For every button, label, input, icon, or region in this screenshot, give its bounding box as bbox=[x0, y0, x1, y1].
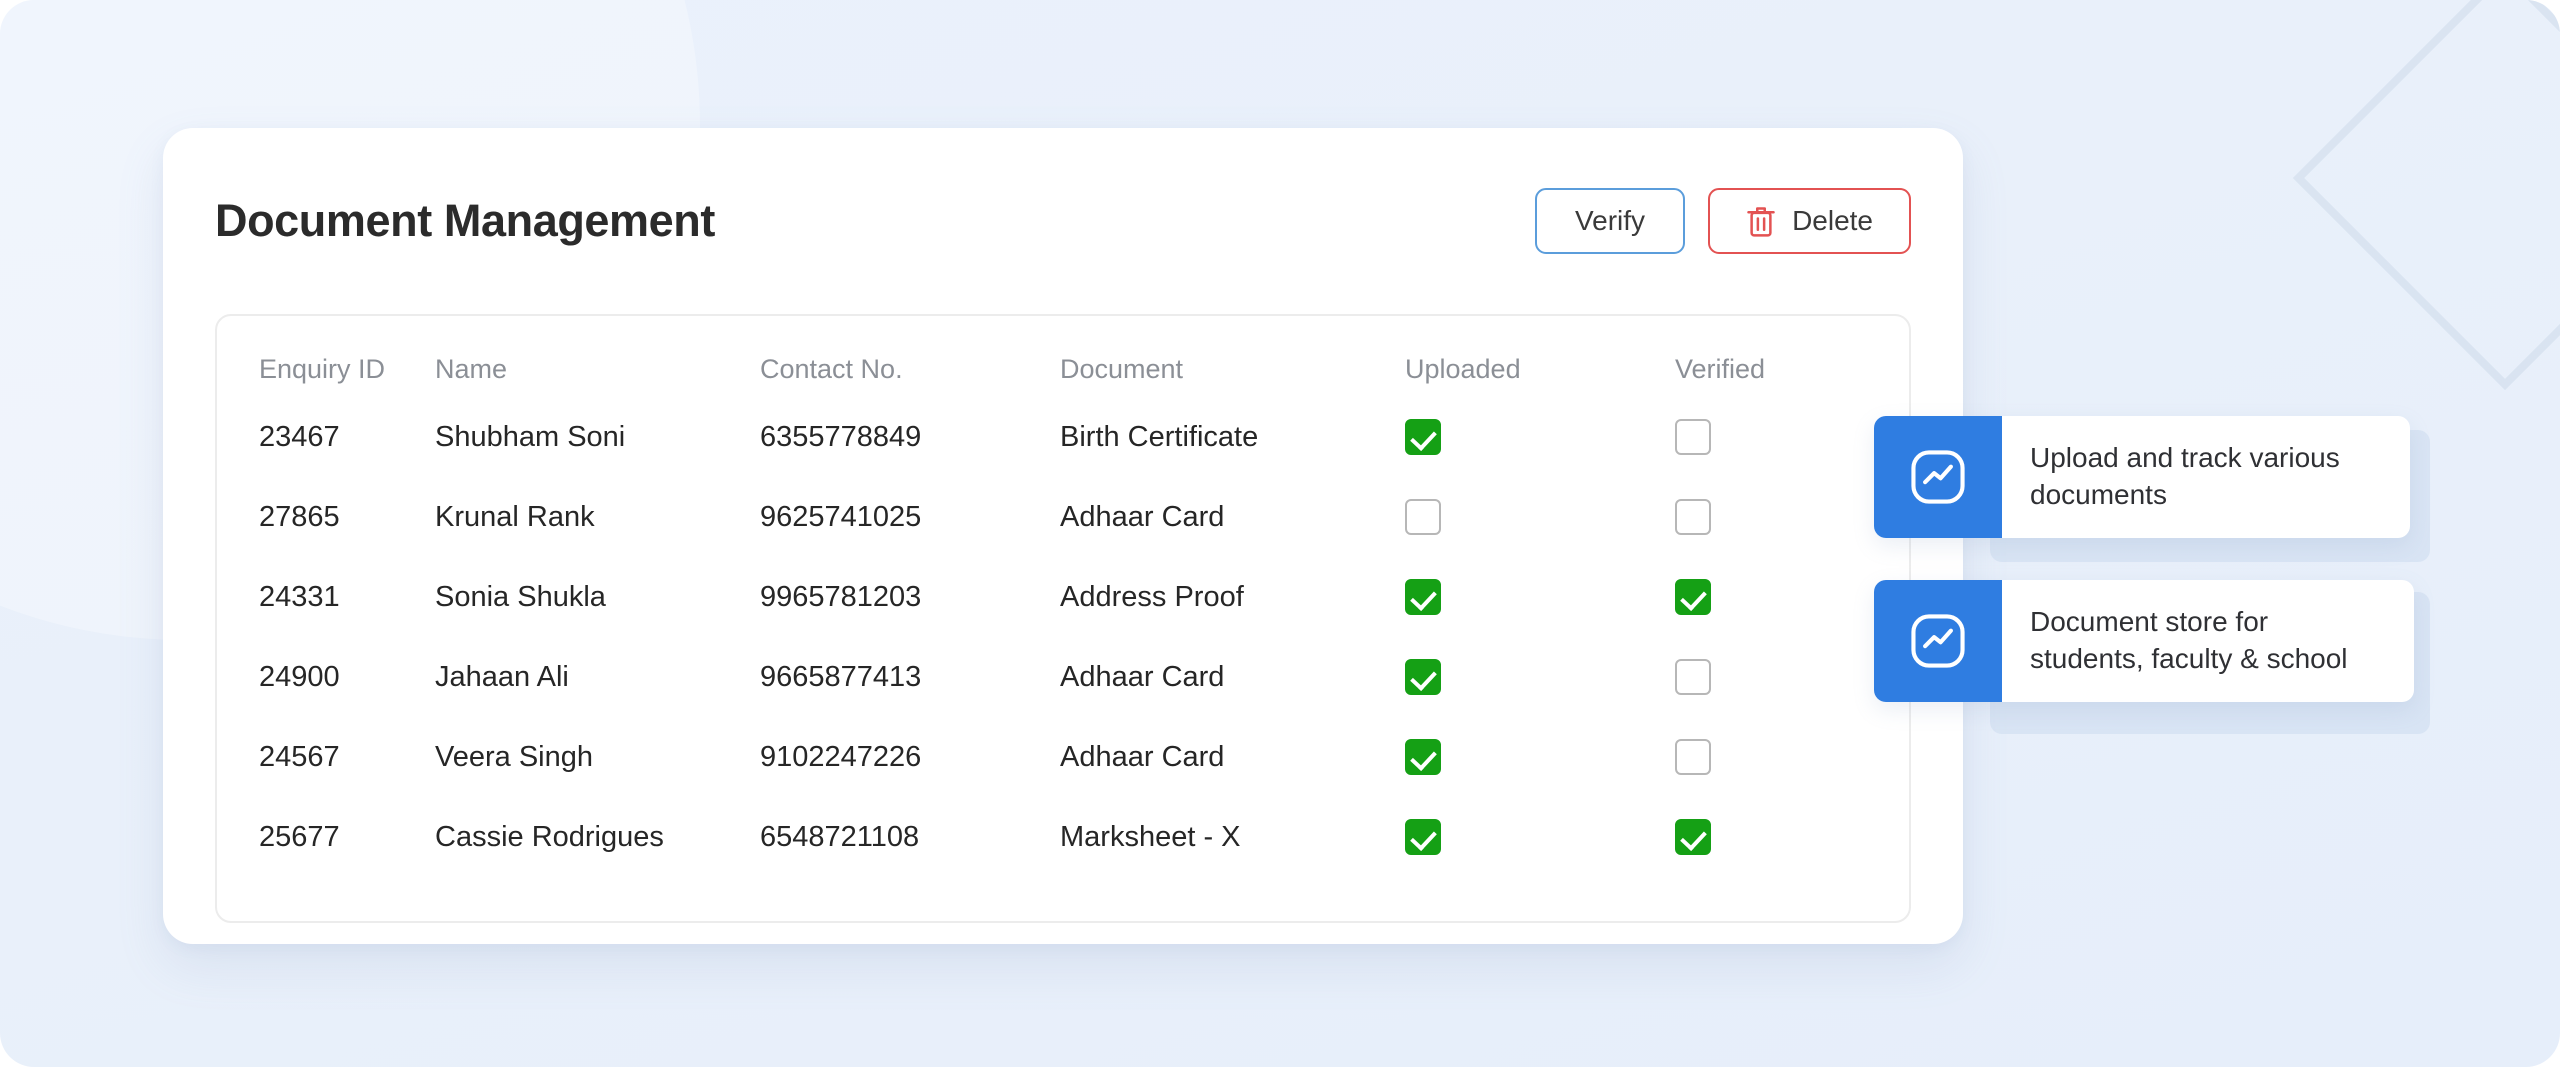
verified-checkbox[interactable] bbox=[1675, 739, 1711, 775]
decorative-diamond bbox=[2293, 0, 2560, 390]
cell-document: Address Proof bbox=[1060, 557, 1405, 637]
cell-contact: 9102247226 bbox=[760, 717, 1060, 797]
verified-checkbox[interactable] bbox=[1675, 659, 1711, 695]
card-header: Document Management Verify Delete bbox=[163, 128, 1963, 254]
cell-enquiry-id: 23467 bbox=[217, 397, 435, 477]
table-row[interactable]: 24331Sonia Shukla9965781203Address Proof bbox=[217, 557, 1935, 637]
verified-checkbox[interactable] bbox=[1675, 579, 1711, 615]
uploaded-checkbox-cell bbox=[1405, 717, 1675, 797]
cell-enquiry-id: 25677 bbox=[217, 797, 435, 877]
cell-name: Shubham Soni bbox=[435, 397, 760, 477]
uploaded-checkbox-cell bbox=[1405, 637, 1675, 717]
cell-document: Adhaar Card bbox=[1060, 477, 1405, 557]
verify-button[interactable]: Verify bbox=[1535, 188, 1685, 254]
table-body: 23467Shubham Soni6355778849Birth Certifi… bbox=[217, 397, 1935, 877]
delete-button-label: Delete bbox=[1792, 205, 1873, 237]
verified-checkbox-cell bbox=[1675, 797, 1935, 877]
cell-name: Krunal Rank bbox=[435, 477, 760, 557]
cell-name: Sonia Shukla bbox=[435, 557, 760, 637]
verified-checkbox[interactable] bbox=[1675, 819, 1711, 855]
table-head: Enquiry ID Name Contact No. Document Upl… bbox=[217, 354, 1935, 397]
trending-line-icon bbox=[1874, 416, 2002, 538]
uploaded-checkbox[interactable] bbox=[1405, 659, 1441, 695]
table-row[interactable]: 27865Krunal Rank9625741025Adhaar Card bbox=[217, 477, 1935, 557]
uploaded-checkbox-cell bbox=[1405, 797, 1675, 877]
documents-table: Enquiry ID Name Contact No. Document Upl… bbox=[217, 354, 1935, 877]
uploaded-checkbox[interactable] bbox=[1405, 819, 1441, 855]
header-actions: Verify Delete bbox=[1535, 188, 1911, 254]
cell-enquiry-id: 24567 bbox=[217, 717, 435, 797]
page-title: Document Management bbox=[215, 196, 715, 246]
uploaded-checkbox-cell bbox=[1405, 397, 1675, 477]
uploaded-checkbox[interactable] bbox=[1405, 739, 1441, 775]
trending-line-icon bbox=[1874, 580, 2002, 702]
cell-name: Cassie Rodrigues bbox=[435, 797, 760, 877]
uploaded-checkbox-cell bbox=[1405, 557, 1675, 637]
cell-document: Marksheet - X bbox=[1060, 797, 1405, 877]
documents-table-panel: Enquiry ID Name Contact No. Document Upl… bbox=[215, 314, 1911, 923]
cell-enquiry-id: 24900 bbox=[217, 637, 435, 717]
verified-checkbox[interactable] bbox=[1675, 419, 1711, 455]
uploaded-checkbox[interactable] bbox=[1405, 579, 1441, 615]
column-header-document: Document bbox=[1060, 354, 1405, 397]
cell-contact: 9625741025 bbox=[760, 477, 1060, 557]
callout-two-text: Document store for students, faculty & s… bbox=[2002, 580, 2414, 702]
table-row[interactable]: 23467Shubham Soni6355778849Birth Certifi… bbox=[217, 397, 1935, 477]
column-header-name: Name bbox=[435, 354, 760, 397]
uploaded-checkbox-cell bbox=[1405, 477, 1675, 557]
uploaded-checkbox[interactable] bbox=[1405, 499, 1441, 535]
cell-document: Adhaar Card bbox=[1060, 717, 1405, 797]
cell-contact: 9665877413 bbox=[760, 637, 1060, 717]
cell-document: Birth Certificate bbox=[1060, 397, 1405, 477]
trash-icon bbox=[1746, 204, 1776, 238]
uploaded-checkbox[interactable] bbox=[1405, 419, 1441, 455]
callout-one-text: Upload and track various documents bbox=[2002, 416, 2410, 538]
cell-name: Jahaan Ali bbox=[435, 637, 760, 717]
callout-card-two[interactable]: Document store for students, faculty & s… bbox=[1874, 580, 2414, 702]
column-header-uploaded: Uploaded bbox=[1405, 354, 1675, 397]
cell-name: Veera Singh bbox=[435, 717, 760, 797]
table-row[interactable]: 24900Jahaan Ali9665877413Adhaar Card bbox=[217, 637, 1935, 717]
cell-contact: 6355778849 bbox=[760, 397, 1060, 477]
column-header-verified: Verified bbox=[1675, 354, 1935, 397]
cell-document: Adhaar Card bbox=[1060, 637, 1405, 717]
verified-checkbox-cell bbox=[1675, 717, 1935, 797]
cell-enquiry-id: 24331 bbox=[217, 557, 435, 637]
delete-button[interactable]: Delete bbox=[1708, 188, 1911, 254]
column-header-contact-no: Contact No. bbox=[760, 354, 1060, 397]
callout-card-one[interactable]: Upload and track various documents bbox=[1874, 416, 2410, 538]
cell-contact: 9965781203 bbox=[760, 557, 1060, 637]
cell-enquiry-id: 27865 bbox=[217, 477, 435, 557]
table-row[interactable]: 24567Veera Singh9102247226Adhaar Card bbox=[217, 717, 1935, 797]
table-row[interactable]: 25677Cassie Rodrigues6548721108Marksheet… bbox=[217, 797, 1935, 877]
page-root: Document Management Verify Delete bbox=[0, 0, 2560, 1067]
cell-contact: 6548721108 bbox=[760, 797, 1060, 877]
table-header-row: Enquiry ID Name Contact No. Document Upl… bbox=[217, 354, 1935, 397]
verify-button-label: Verify bbox=[1575, 205, 1645, 237]
verified-checkbox[interactable] bbox=[1675, 499, 1711, 535]
document-management-card: Document Management Verify Delete bbox=[163, 128, 1963, 944]
column-header-enquiry-id: Enquiry ID bbox=[217, 354, 435, 397]
